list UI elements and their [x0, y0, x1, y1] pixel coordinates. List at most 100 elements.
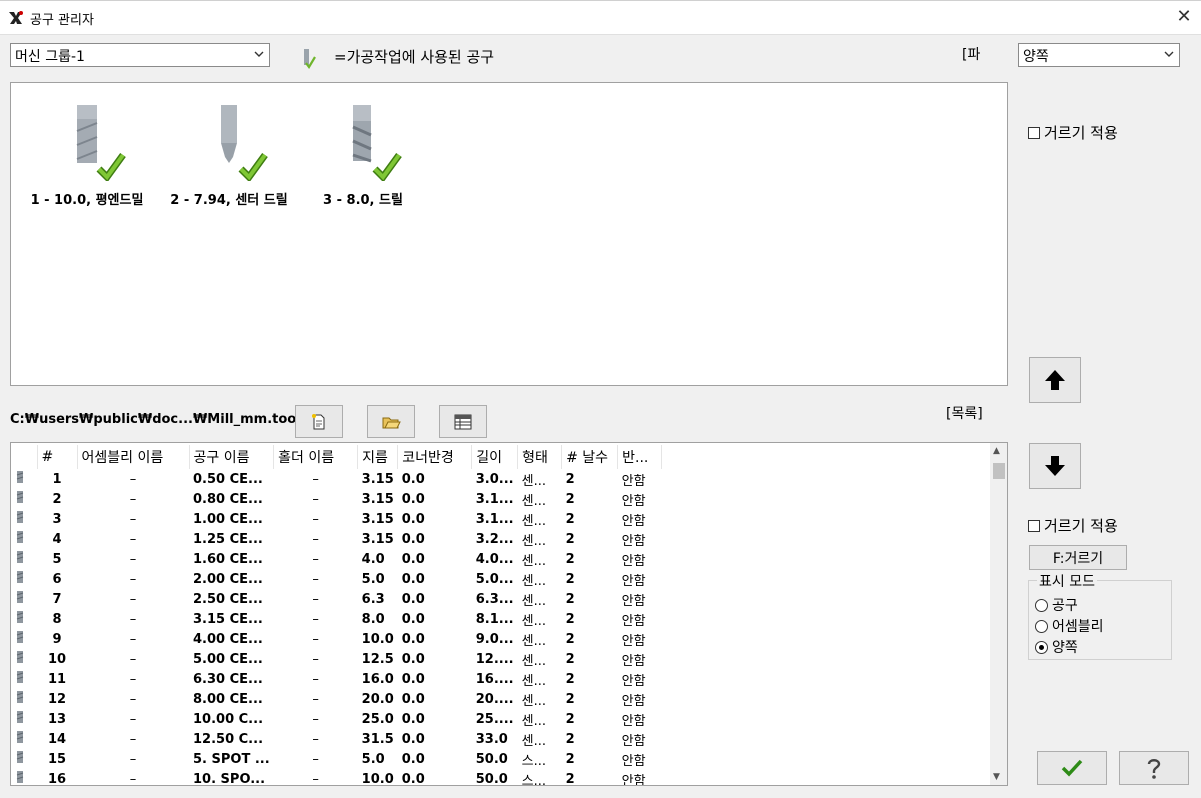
table-cell: 안함: [621, 733, 646, 749]
vertical-scrollbar[interactable]: ▲ ▼: [990, 443, 1007, 785]
filter-bottom-checkbox[interactable]: 거르기 적용: [1028, 515, 1118, 536]
table-cell: 스...: [521, 753, 546, 769]
tool-label-2: 2 - 7.94, 센터 드릴: [170, 193, 288, 208]
tool-icon: [16, 751, 24, 763]
table-cell: –: [312, 631, 319, 647]
table-row[interactable]: 3 – 1.00 CE... – 3.15 0.0 3.1... 센... 2 안함: [11, 509, 662, 529]
column-header[interactable]: 형태: [517, 445, 563, 469]
column-header[interactable]: 지름: [357, 445, 399, 469]
tool-table: # 어셈블리 이름 공구 이름 홀더 이름 지름 코너반경 길이 형태 # 날수 반... 1 – 0…: [11, 445, 663, 786]
move-up-button[interactable]: [1029, 357, 1081, 403]
table-row[interactable]: 9 – 4.00 CE... – 10.0 0.0 9.0... 센... 2 안함: [11, 629, 662, 649]
table-cell: 0.0: [401, 471, 425, 487]
table-cell: 0.80 CE...: [193, 491, 263, 507]
table-row[interactable]: 2 – 0.80 CE... – 3.15 0.0 3.1... 센... 2 안함: [11, 489, 662, 509]
table-row[interactable]: 5 – 1.60 CE... – 4.0 0.0 4.0... 센... 2 안함: [11, 549, 662, 569]
table-cell: 센...: [521, 593, 546, 609]
table-cell: 5. SPOT ...: [193, 751, 270, 767]
table-row[interactable]: 14 – 12.50 C... – 31.5 0.0 33.0 센... 2 안함: [11, 729, 662, 749]
window-title: 공구 관리자: [30, 13, 94, 28]
row-tool-icon: [11, 649, 37, 669]
table-cell: –: [312, 551, 319, 567]
row-tool-icon: [11, 549, 37, 569]
table-cell: 10. SPO...: [193, 771, 266, 786]
tool-card-2[interactable]: 2 - 7.94, 센터 드릴: [159, 101, 299, 208]
table-cell: 2: [565, 651, 575, 667]
table-cell: 4: [52, 531, 62, 547]
table-cell: 3.15: [361, 531, 394, 547]
table-cell: 12....: [475, 651, 514, 667]
tool-icon: [16, 511, 24, 523]
help-button[interactable]: [1119, 751, 1189, 785]
ok-button[interactable]: [1037, 751, 1107, 785]
table-row[interactable]: 15 – 5. SPOT ... – 5.0 0.0 50.0 스... 2 안함: [11, 749, 662, 769]
drill-icon: [352, 105, 402, 183]
table-cell: –: [312, 511, 319, 527]
table-cell: 안함: [621, 713, 646, 729]
tool-label-3: 3 - 8.0, 드릴: [323, 193, 403, 208]
table-cell: –: [129, 771, 137, 786]
tool-icon: [16, 471, 24, 483]
table-row[interactable]: 10 – 5.00 CE... – 12.5 0.0 12.... 센... 2 안함: [11, 649, 662, 669]
table-cell: 50.0: [475, 771, 508, 786]
new-library-button[interactable]: [295, 405, 343, 438]
table-cell: 0.0: [401, 531, 425, 547]
table-cell: 안함: [621, 673, 646, 689]
table-cell: 4.00 CE...: [193, 631, 263, 647]
table-cell: 0.50 CE...: [193, 471, 263, 487]
radio-assembly[interactable]: 어셈블리: [1035, 616, 1104, 636]
table-cell: 3.15: [361, 491, 394, 507]
table-row[interactable]: 16 – 10. SPO... – 10.0 0.0 50.0 스... 2 안함: [11, 769, 662, 786]
tool-card-3[interactable]: 3 - 8.0, 드릴: [307, 101, 419, 208]
filter-button[interactable]: F:거르기: [1029, 545, 1127, 570]
list-label: [목록]: [946, 406, 983, 422]
open-library-button[interactable]: [367, 405, 415, 438]
table-row[interactable]: 4 – 1.25 CE... – 3.15 0.0 3.2... 센... 2 안함: [11, 529, 662, 549]
table-row[interactable]: 1 – 0.50 CE... – 3.15 0.0 3.0... 센... 2 안함: [11, 469, 662, 489]
column-header[interactable]: 코너반경: [397, 445, 473, 469]
table-cell: 센...: [521, 733, 546, 749]
scrollbar-thumb[interactable]: [993, 463, 1005, 479]
table-row[interactable]: 8 – 3.15 CE... – 8.0 0.0 8.1... 센... 2 안함: [11, 609, 662, 629]
column-header[interactable]: #: [37, 445, 78, 469]
table-row[interactable]: 7 – 2.50 CE... – 6.3 0.0 6.3... 센... 2 안함: [11, 589, 662, 609]
scroll-up-icon[interactable]: ▲: [993, 446, 1000, 456]
tool-icon: [16, 571, 24, 583]
table-row[interactable]: 12 – 8.00 CE... – 20.0 0.0 20.... 센... 2 안함: [11, 689, 662, 709]
table-cell: –: [312, 611, 319, 627]
pa-label: [파: [962, 47, 981, 63]
column-header[interactable]: 공구 이름: [189, 445, 275, 469]
column-header[interactable]: 길이: [471, 445, 519, 469]
radio-icon: [1035, 619, 1048, 633]
column-header[interactable]: 반...: [617, 445, 663, 469]
radio-both[interactable]: 양쪽: [1035, 637, 1078, 657]
list-view-button[interactable]: [439, 405, 487, 438]
scroll-down-icon[interactable]: ▼: [993, 772, 1000, 782]
column-header[interactable]: 어셈블리 이름: [77, 445, 190, 469]
table-cell: 안함: [621, 693, 646, 709]
table-row[interactable]: 13 – 10.00 C... – 25.0 0.0 25.... 센... 2 안함: [11, 709, 662, 729]
close-icon[interactable]: ✕: [1173, 6, 1195, 28]
column-header[interactable]: 홀더 이름: [273, 445, 359, 469]
table-cell: 10: [47, 651, 67, 667]
table-cell: 센...: [521, 693, 546, 709]
tool-icon: [16, 551, 24, 563]
table-cell: 4.0...: [475, 551, 514, 567]
display-mode-title: 표시 모드: [1037, 571, 1097, 591]
filter-top-checkbox[interactable]: 거르기 적용: [1028, 122, 1118, 143]
table-row[interactable]: 11 – 6.30 CE... – 16.0 0.0 16.... 센... 2 안함: [11, 669, 662, 689]
chevron-down-icon: [1164, 51, 1174, 57]
table-row[interactable]: 6 – 2.00 CE... – 5.0 0.0 5.0... 센... 2 안함: [11, 569, 662, 589]
machine-group-select[interactable]: 머신 그룹-1: [10, 43, 270, 67]
filter-bottom-label: 거르기 적용: [1044, 517, 1118, 535]
move-down-button[interactable]: [1029, 443, 1081, 489]
column-header[interactable]: # 날수: [561, 445, 619, 469]
table-cell: 20.0: [361, 691, 394, 707]
row-tool-icon: [11, 569, 37, 589]
display-select[interactable]: 양쪽: [1018, 43, 1180, 67]
radio-tool[interactable]: 공구: [1035, 595, 1078, 615]
row-tool-icon: [11, 509, 37, 529]
table-cell: 0.0: [401, 711, 425, 727]
tool-card-1[interactable]: 1 - 10.0, 평엔드밀: [23, 101, 151, 208]
table-cell: 센...: [521, 553, 546, 569]
